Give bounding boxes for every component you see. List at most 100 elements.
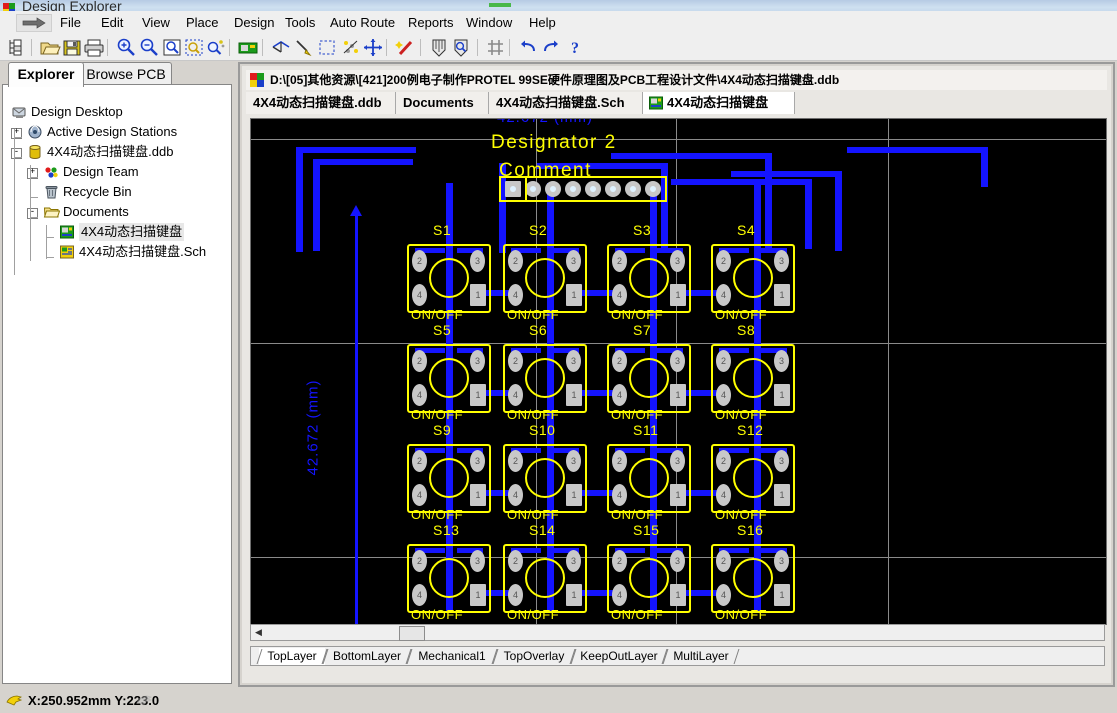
switch-pad-3: 3: [774, 450, 789, 472]
breadcrumb-item-3[interactable]: 4X4动态扫描键盘: [643, 92, 795, 114]
scroll-left-arrow-icon[interactable]: ◀: [251, 625, 266, 640]
select-area-button[interactable]: [316, 37, 338, 58]
switch-pad-1: 1: [470, 484, 486, 506]
scrollbar-thumb[interactable]: [399, 626, 425, 641]
drc-button[interactable]: [450, 37, 472, 58]
move-button[interactable]: [362, 37, 384, 58]
deselect-button[interactable]: [340, 37, 362, 58]
switch-S12[interactable]: 2 3 4 1: [711, 444, 795, 513]
switch-S14[interactable]: 2 3 4 1: [503, 544, 587, 613]
open-button[interactable]: [39, 37, 61, 58]
switch-S3[interactable]: 2 3 4 1: [607, 244, 691, 313]
layer-tab-label: Mechanical1: [418, 649, 486, 663]
menu-cursor-arrow-button[interactable]: [16, 14, 52, 32]
print-button[interactable]: [83, 37, 105, 58]
interactive-route-button[interactable]: [293, 37, 315, 58]
switch-S8[interactable]: 2 3 4 1: [711, 344, 795, 413]
switch-S1[interactable]: 2 3 4 1: [407, 244, 491, 313]
help-button[interactable]: ?: [564, 37, 586, 58]
netlist-button[interactable]: [270, 37, 292, 58]
horizontal-scrollbar[interactable]: ◀: [250, 624, 1105, 641]
header-pin-hole-8: [650, 186, 656, 192]
switch-S4[interactable]: 2 3 4 1: [711, 244, 795, 313]
redo-button[interactable]: [540, 37, 562, 58]
switch-pad-2: 2: [508, 450, 523, 472]
menu-item-reports[interactable]: Reports: [408, 15, 454, 31]
toggle-workspace-panel-button[interactable]: [5, 37, 27, 58]
switch-onoff-label: ON/OFF: [411, 507, 464, 522]
switch-pad-4: 4: [412, 284, 427, 306]
switch-S9[interactable]: 2 3 4 1: [407, 444, 491, 513]
menu-item-auto-route[interactable]: Auto Route: [330, 15, 395, 31]
menu-item-place[interactable]: Place: [186, 15, 219, 31]
switch-pad-4: 4: [716, 384, 731, 406]
switch-actuator-circle: [429, 358, 469, 398]
switch-pad-4: 4: [412, 484, 427, 506]
trace-fanout-9: [611, 153, 771, 159]
layer-tab-mechanical1[interactable]: Mechanical1: [406, 648, 498, 665]
switch-pad-1: 1: [470, 384, 486, 406]
breadcrumb-item-1[interactable]: Documents: [396, 92, 489, 114]
switch-pad-1: 1: [774, 384, 790, 406]
zoom-area-button[interactable]: [161, 37, 183, 58]
switch-pad-1: 1: [670, 484, 686, 506]
switch-pad-3: 3: [774, 350, 789, 372]
switch-pad-3: 3: [470, 350, 485, 372]
breadcrumb-item-2[interactable]: 4X4动态扫描键盘.Sch: [489, 92, 643, 114]
switch-S2[interactable]: 2 3 4 1: [503, 244, 587, 313]
autoroute-button[interactable]: [394, 37, 416, 58]
tab-browse-pcb[interactable]: Browse PCB: [80, 62, 172, 85]
grid-button[interactable]: [485, 37, 507, 58]
menu-item-design[interactable]: Design: [234, 15, 274, 31]
switch-designator-label: S7: [633, 322, 652, 338]
zoom-selection-button[interactable]: [183, 37, 205, 58]
switch-designator-label: S2: [529, 222, 548, 238]
switch-S10[interactable]: 2 3 4 1: [503, 444, 587, 513]
menu-item-edit[interactable]: Edit: [101, 15, 123, 31]
switch-S16[interactable]: 2 3 4 1: [711, 544, 795, 613]
switch-S13[interactable]: 2 3 4 1: [407, 544, 491, 613]
tree-item-label: Documents: [63, 204, 129, 219]
switch-S5[interactable]: 2 3 4 1: [407, 344, 491, 413]
dimension-horizontal-text: 42.672 (mm): [497, 119, 593, 126]
header-pin-hole-4: [570, 186, 576, 192]
design-tree[interactable]: Design Desktop Active Design Stations +4X4…: [2, 84, 232, 684]
switch-S15[interactable]: 2 3 4 1: [607, 544, 691, 613]
save-button[interactable]: [61, 37, 83, 58]
switch-pad-4: 4: [612, 584, 627, 606]
tree-connector-line: [14, 157, 22, 158]
menu-item-tools[interactable]: Tools: [285, 15, 315, 31]
switch-S11[interactable]: 2 3 4 1: [607, 444, 691, 513]
board-designator-text: Designator 2: [491, 132, 617, 153]
switch-S6[interactable]: 2 3 4 1: [503, 344, 587, 413]
switch-pad-1: 1: [566, 584, 582, 606]
switch-actuator-circle: [525, 558, 565, 598]
zoom-in-button[interactable]: [115, 37, 137, 58]
switch-onoff-label: ON/OFF: [411, 407, 464, 422]
tab-explorer[interactable]: Explorer: [8, 62, 84, 87]
browse-components-button[interactable]: [237, 37, 259, 58]
zoom-out-button[interactable]: [138, 37, 160, 58]
breadcrumb-item-0[interactable]: 4X4动态扫描键盘.ddb: [246, 92, 396, 114]
layer-tab-toplayer[interactable]: TopLayer: [256, 648, 328, 665]
tree-connector-line: [46, 257, 54, 258]
switch-pad-2: 2: [716, 450, 731, 472]
undo-button[interactable]: [517, 37, 539, 58]
switch-pad-2: 2: [716, 550, 731, 572]
layer-tab-multilayer[interactable]: MultiLayer: [662, 648, 740, 665]
tree-connector-line: [30, 165, 31, 261]
layer-tab-keepoutlayer[interactable]: KeepOutLayer: [570, 648, 668, 665]
view-3d-button[interactable]: [428, 37, 450, 58]
menu-item-file[interactable]: File: [60, 15, 81, 31]
pcb-canvas[interactable]: Designator 2Comment42.672 (mm)42.672 (mm…: [250, 118, 1107, 625]
switch-onoff-label: ON/OFF: [507, 407, 560, 422]
zoom-last-button[interactable]: [205, 37, 227, 58]
menu-item-window[interactable]: Window: [466, 15, 512, 31]
switch-actuator-circle: [429, 258, 469, 298]
menu-item-view[interactable]: View: [142, 15, 170, 31]
layer-tab-bottomlayer[interactable]: BottomLayer: [322, 648, 412, 665]
switch-S7[interactable]: 2 3 4 1: [607, 344, 691, 413]
menu-item-help[interactable]: Help: [529, 15, 556, 31]
layer-tab-topoverlay[interactable]: TopOverlay: [492, 648, 576, 665]
switch-pad-2: 2: [508, 350, 523, 372]
